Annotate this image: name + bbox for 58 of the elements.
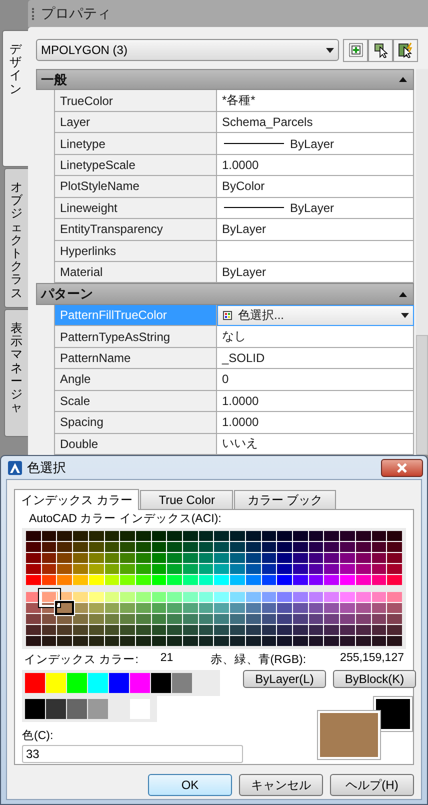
property-name[interactable]: Angle [54,369,217,391]
value-text: ByLayer [290,200,334,215]
section-title: 一般 [41,70,67,89]
side-tab[interactable]: デザイン [2,30,28,167]
dialog-tab[interactable]: インデックス カラー [14,489,140,510]
property-value[interactable]: 1.0000 [217,154,414,176]
rgb-label: 赤、緑、青(RGB): [210,652,306,667]
property-name[interactable]: PatternTypeAsString [54,326,217,348]
property-name[interactable]: PatternName [54,348,217,370]
property-value[interactable]: ByColor [217,176,414,198]
property-value[interactable]: 1.0000 [217,412,414,434]
property-value[interactable]: ByLayer [217,219,414,241]
property-name[interactable]: EntityTransparency [54,219,217,241]
side-tab[interactable]: 表示マネージャ [4,309,28,437]
palette-label: AutoCAD カラー インデックス(ACI): [28,513,222,526]
property-value[interactable]: ByLayer [217,198,414,220]
property-value[interactable]: 0 [217,369,414,391]
property-name[interactable]: Scale [54,390,217,412]
property-name[interactable]: Double [54,434,217,455]
property-name[interactable]: Layer [54,112,217,134]
value-text: ByLayer [290,136,334,151]
dialog-tab[interactable]: True Color [140,490,234,509]
property-name[interactable]: PlotStyleName [54,176,217,198]
property-name[interactable]: TrueColor [54,90,217,112]
panel-title: プロパティ [41,4,111,22]
property-name[interactable]: Hyperlinks [54,240,217,262]
property-value[interactable]: 色選択... [217,304,414,326]
help-button[interactable]: ヘルプ(H) [330,774,414,796]
property-name[interactable]: Spacing [54,412,217,434]
property-value[interactable]: ByLayer [217,133,414,155]
section-header[interactable]: 一般 [36,69,414,90]
section-header[interactable]: パターン [36,283,414,305]
property-value[interactable]: なし [217,326,414,348]
section-title: パターン [41,285,93,304]
index-color-value: 21 [160,652,174,666]
property-value[interactable]: ByLayer [217,262,414,284]
side-tab[interactable]: オブジェクトクラス [4,168,28,308]
value-text: 色選択... [238,307,284,324]
property-value[interactable]: _SOLID [217,348,414,370]
dialog-tab[interactable]: カラー ブック [234,490,336,509]
object-dropdown[interactable]: MPOLYGON (3) [36,39,339,61]
rgb-value: 255,159,127 [340,652,404,666]
color-field-label: 色(C): [22,728,54,743]
bylayer-button[interactable]: ByLayer(L) [243,670,326,688]
byblock-button[interactable]: ByBlock(K) [333,670,416,688]
property-name[interactable]: LinetypeScale [54,154,217,176]
property-value[interactable]: 1.0000 [217,390,414,412]
property-name[interactable]: Linetype [54,133,217,155]
color-input-field[interactable]: 33 [22,745,243,763]
cancel-button[interactable]: キャンセル [239,774,323,796]
ok-button[interactable]: OK [148,774,232,796]
property-name[interactable]: Lineweight [54,198,217,220]
property-value[interactable]: *各種* [217,90,414,112]
index-color-label: インデックス カラー: [24,653,138,667]
dialog-title: 色選択 [27,458,67,476]
property-value[interactable]: Schema_Parcels [217,112,414,134]
property-value[interactable]: いいえ [217,434,414,455]
property-name[interactable]: Material [54,262,217,284]
